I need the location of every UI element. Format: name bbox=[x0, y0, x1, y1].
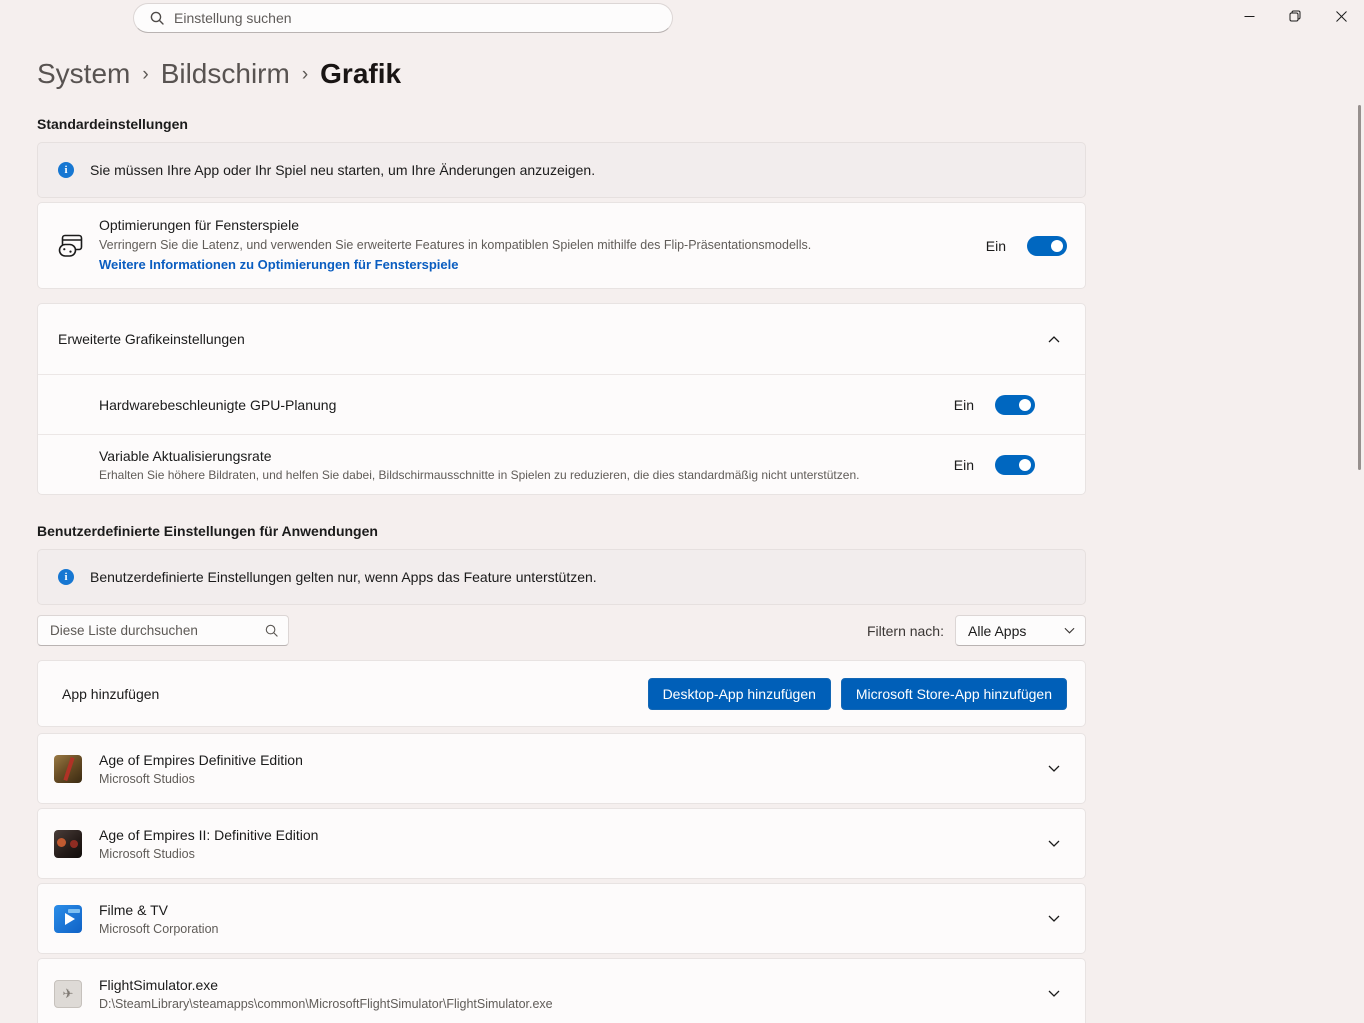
app-publisher: Microsoft Studios bbox=[99, 771, 195, 786]
app-row-aoe2[interactable]: Age of Empires II: Definitive Edition Mi… bbox=[37, 808, 1086, 879]
chevron-down-icon bbox=[1064, 627, 1075, 634]
app-list-search-input[interactable] bbox=[50, 623, 265, 638]
info-icon: i bbox=[58, 162, 74, 178]
optimizations-description: Verringern Sie die Latenz, und verwenden… bbox=[99, 238, 812, 252]
search-icon bbox=[265, 624, 278, 637]
windowed-game-icon bbox=[58, 233, 84, 259]
gpu-scheduling-toggle[interactable] bbox=[995, 394, 1035, 415]
breadcrumb-separator-icon: › bbox=[142, 64, 149, 85]
vertical-scrollbar[interactable] bbox=[1358, 105, 1361, 470]
windowed-games-optimizations-card: Optimierungen für Fensterspiele Verringe… bbox=[37, 202, 1086, 289]
app-list-filter-row: Filtern nach: Alle Apps bbox=[37, 615, 1086, 646]
minimize-button[interactable] bbox=[1226, 0, 1272, 32]
app-publisher: Microsoft Corporation bbox=[99, 921, 219, 936]
filter-by-label: Filtern nach: bbox=[866, 622, 944, 639]
gpu-scheduling-title: Hardwarebeschleunigte GPU-Planung bbox=[99, 396, 337, 413]
custom-settings-info-text: Benutzerdefinierte Einstellungen gelten … bbox=[90, 569, 597, 585]
optimizations-title: Optimierungen für Fensterspiele bbox=[99, 217, 299, 233]
restart-info-banner: i Sie müssen Ihre App oder Ihr Spiel neu… bbox=[37, 142, 1086, 198]
section-custom-app-settings: Benutzerdefinierte Einstellungen für Anw… bbox=[37, 523, 378, 539]
advanced-graphics-title: Erweiterte Grafikeinstellungen bbox=[58, 331, 245, 347]
restore-button[interactable] bbox=[1272, 0, 1318, 32]
variable-refresh-rate-toggle-state: Ein bbox=[953, 456, 974, 473]
gpu-scheduling-row: Hardwarebeschleunigte GPU-Planung Ein bbox=[38, 374, 1085, 434]
add-app-card: App hinzufügen Desktop-App hinzufügen Mi… bbox=[37, 660, 1086, 727]
optimizations-toggle[interactable] bbox=[1027, 235, 1067, 256]
breadcrumb-bildschirm[interactable]: Bildschirm bbox=[161, 58, 290, 90]
section-default-settings: Standardeinstellungen bbox=[37, 116, 188, 132]
advanced-graphics-expander: Erweiterte Grafikeinstellungen Hardwareb… bbox=[37, 303, 1086, 495]
optimizations-learn-more-link[interactable]: Weitere Informationen zu Optimierungen f… bbox=[99, 257, 458, 272]
variable-refresh-rate-toggle[interactable] bbox=[995, 454, 1035, 475]
info-icon: i bbox=[58, 569, 74, 585]
app-row-aoe1[interactable]: Age of Empires Definitive Edition Micros… bbox=[37, 733, 1086, 804]
app-filter-dropdown[interactable]: Alle Apps bbox=[955, 615, 1086, 646]
app-filter-selected-value: Alle Apps bbox=[968, 622, 1027, 639]
add-app-label: App hinzufügen bbox=[62, 685, 160, 702]
app-row-flightsimulator[interactable]: ✈ FlightSimulator.exe D:\SteamLibrary\st… bbox=[37, 958, 1086, 1023]
movies-tv-app-icon bbox=[54, 904, 82, 933]
custom-settings-info-banner: i Benutzerdefinierte Einstellungen gelte… bbox=[37, 549, 1086, 605]
add-store-app-button[interactable]: Microsoft Store-App hinzufügen bbox=[840, 677, 1067, 710]
breadcrumb-separator-icon: › bbox=[301, 64, 309, 85]
app-publisher: Microsoft Studios bbox=[99, 846, 195, 861]
age-of-empires-app-icon bbox=[54, 754, 82, 783]
flight-simulator-app-icon: ✈ bbox=[54, 979, 82, 1008]
app-name: Filme & TV bbox=[99, 901, 168, 918]
app-name: FlightSimulator.exe bbox=[99, 976, 219, 993]
titlebar bbox=[0, 0, 1364, 36]
app-name: Age of Empires II: Definitive Edition bbox=[99, 826, 319, 843]
add-desktop-app-button[interactable]: Desktop-App hinzufügen bbox=[647, 677, 831, 710]
breadcrumb: System › Bildschirm › Grafik bbox=[37, 58, 1364, 90]
chevron-up-icon[interactable] bbox=[1048, 335, 1060, 343]
advanced-graphics-header[interactable]: Erweiterte Grafikeinstellungen bbox=[38, 304, 1085, 374]
app-path: D:\SteamLibrary\steamapps\common\Microso… bbox=[99, 996, 553, 1011]
variable-refresh-rate-title: Variable Aktualisierungsrate bbox=[99, 447, 272, 464]
optimizations-toggle-state: Ein bbox=[985, 237, 1006, 254]
variable-refresh-rate-row: Variable Aktualisierungsrate Erhalten Si… bbox=[38, 434, 1085, 494]
app-row-movies-tv[interactable]: Filme & TV Microsoft Corporation bbox=[37, 883, 1086, 954]
close-button[interactable] bbox=[1318, 0, 1364, 32]
chevron-down-icon[interactable] bbox=[1048, 765, 1060, 772]
chevron-down-icon[interactable] bbox=[1048, 840, 1060, 847]
chevron-down-icon[interactable] bbox=[1048, 915, 1060, 922]
variable-refresh-rate-description: Erhalten Sie höhere Bildraten, und helfe… bbox=[99, 467, 860, 482]
chevron-down-icon[interactable] bbox=[1048, 990, 1060, 997]
search-icon bbox=[150, 11, 164, 25]
age-of-empires-2-app-icon bbox=[54, 829, 82, 858]
settings-search-input[interactable] bbox=[174, 10, 660, 26]
app-list-search-box[interactable] bbox=[37, 615, 289, 646]
page-title: Grafik bbox=[320, 58, 402, 89]
breadcrumb-system[interactable]: System bbox=[37, 58, 130, 90]
app-name: Age of Empires Definitive Edition bbox=[99, 751, 303, 768]
gpu-scheduling-toggle-state: Ein bbox=[953, 396, 974, 413]
settings-search-box[interactable] bbox=[133, 3, 673, 33]
restart-info-text: Sie müssen Ihre App oder Ihr Spiel neu s… bbox=[90, 162, 596, 178]
